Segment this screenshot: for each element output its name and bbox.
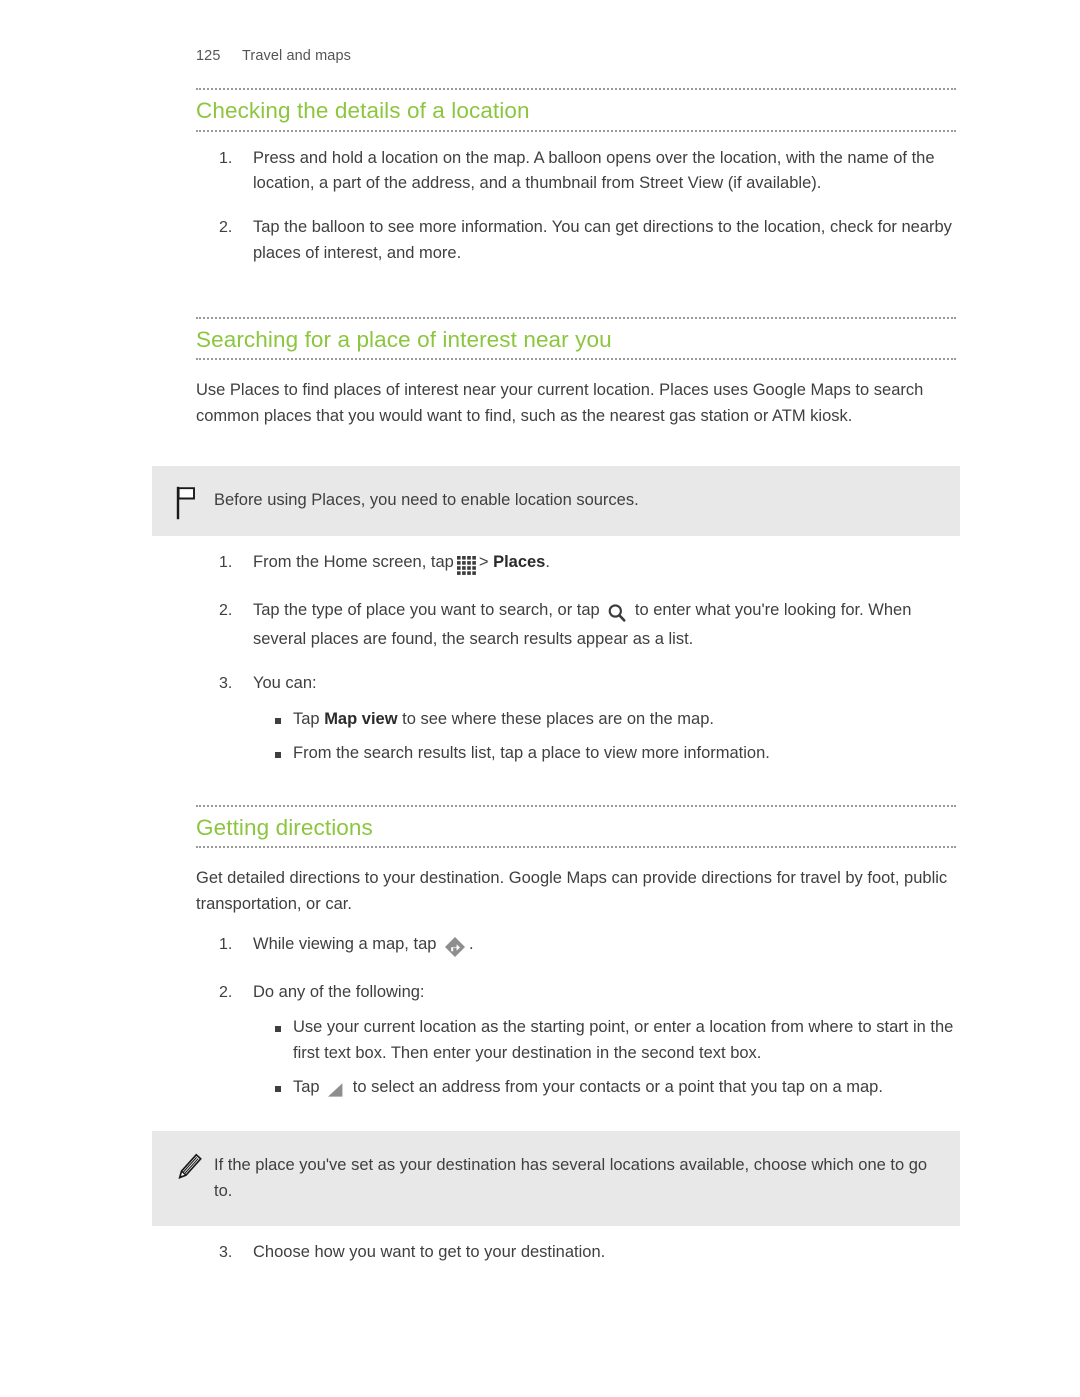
step-item: 1. Press and hold a location on the map.… [196, 146, 956, 198]
note-text: If the place you've set as your destinat… [214, 1155, 928, 1200]
page-running-header: 125 Travel and maps [196, 48, 351, 64]
step-text-bold: Places [493, 552, 546, 571]
list-item: Tap to select an address from your conta… [253, 1075, 956, 1105]
triangle-picker-icon[interactable] [327, 1079, 345, 1105]
bullet-text-before: Tap [293, 710, 325, 729]
step-text-after: . [469, 934, 474, 953]
step-text: Choose how you want to get to your desti… [253, 1243, 606, 1262]
list-item: Use your current location as the startin… [253, 1015, 956, 1067]
steps-list-final: 3. Choose how you want to get to your de… [196, 1240, 956, 1266]
steps-list-checking-details: 1. Press and hold a location on the map.… [196, 146, 956, 267]
note-box-location-sources: Before using Places, you need to enable … [152, 466, 960, 536]
page-number: 125 [196, 48, 221, 64]
sub-bullet-list: Use your current location as the startin… [253, 1015, 956, 1104]
step-item: 1. From the Home screen, tap > Places. [196, 550, 956, 580]
step-number: 3. [219, 1244, 233, 1262]
step-number: 3. [219, 675, 233, 693]
step-number: 2. [219, 983, 233, 1001]
bullet-text-after: to select an address from your contacts … [348, 1078, 883, 1097]
step-number: 1. [219, 935, 233, 953]
sub-bullet-list: Tap Map view to see where these places a… [253, 707, 956, 767]
step-text-before: Tap the type of place you want to search… [253, 600, 600, 619]
page-content: Checking the details of a location 1. Pr… [152, 88, 960, 1266]
step-number: 1. [219, 149, 233, 167]
step-text-mid: > [478, 552, 494, 571]
bullet-text-before: From the search results list, tap a plac… [293, 743, 770, 762]
step-item: 3. You can: Tap Map view to see where th… [196, 671, 956, 766]
bullet-text-before: Tap [293, 1078, 325, 1097]
step-number: 1. [219, 553, 233, 571]
document-page: 125 Travel and maps Checking the details… [0, 0, 1080, 1397]
step-number: 2. [219, 219, 233, 237]
section-heading-searching-place: Searching for a place of interest near y… [196, 316, 956, 361]
bullet-text-before: Use your current location as the startin… [293, 1018, 954, 1063]
step-item: 1. While viewing a map, tap . [196, 932, 956, 962]
bullet-text-bold: Map view [324, 710, 398, 729]
step-text-before: From the Home screen, tap [253, 552, 454, 571]
list-item: Tap Map view to see where these places a… [253, 707, 956, 733]
step-text: You can: [253, 674, 317, 693]
section-heading-getting-directions: Getting directions [196, 804, 956, 849]
steps-list-getting-directions: 1. While viewing a map, tap . 2. Do any … [196, 932, 956, 1105]
flag-icon [170, 484, 204, 522]
search-icon[interactable] [607, 602, 627, 628]
pencil-icon [170, 1149, 204, 1187]
directions-diamond-icon[interactable] [444, 936, 466, 962]
list-item: From the search results list, tap a plac… [253, 741, 956, 767]
step-item: 2. Tap the balloon to see more informati… [196, 215, 956, 267]
note-box-several-locations: If the place you've set as your destinat… [152, 1130, 960, 1227]
bullet-text-after: to see where these places are on the map… [397, 710, 714, 729]
note-text: Before using Places, you need to enable … [214, 491, 639, 510]
apps-grid-icon[interactable] [456, 554, 476, 580]
chapter-name: Travel and maps [242, 48, 351, 64]
sub-bullets-container: Use your current location as the startin… [253, 1015, 956, 1104]
step-text: Tap the balloon to see more information.… [253, 218, 952, 263]
step-text: Press and hold a location on the map. A … [253, 148, 935, 193]
step-item: 3. Choose how you want to get to your de… [196, 1240, 956, 1266]
section-intro-paragraph: Get detailed directions to your destinat… [196, 869, 948, 914]
step-text: Do any of the following: [253, 982, 425, 1001]
step-item: 2. Do any of the following: Use your cur… [196, 980, 956, 1105]
section-intro-paragraph: Use Places to find places of interest ne… [196, 381, 924, 426]
sub-bullets-container: Tap Map view to see where these places a… [253, 707, 956, 767]
step-item: 2. Tap the type of place you want to sea… [196, 598, 956, 654]
step-number: 2. [219, 601, 233, 619]
step-text-before: While viewing a map, tap [253, 934, 437, 953]
section-heading-checking-details: Checking the details of a location [196, 88, 956, 132]
step-text-after: . [545, 552, 550, 571]
steps-list-searching-place: 1. From the Home screen, tap > Places. 2… [196, 550, 956, 767]
